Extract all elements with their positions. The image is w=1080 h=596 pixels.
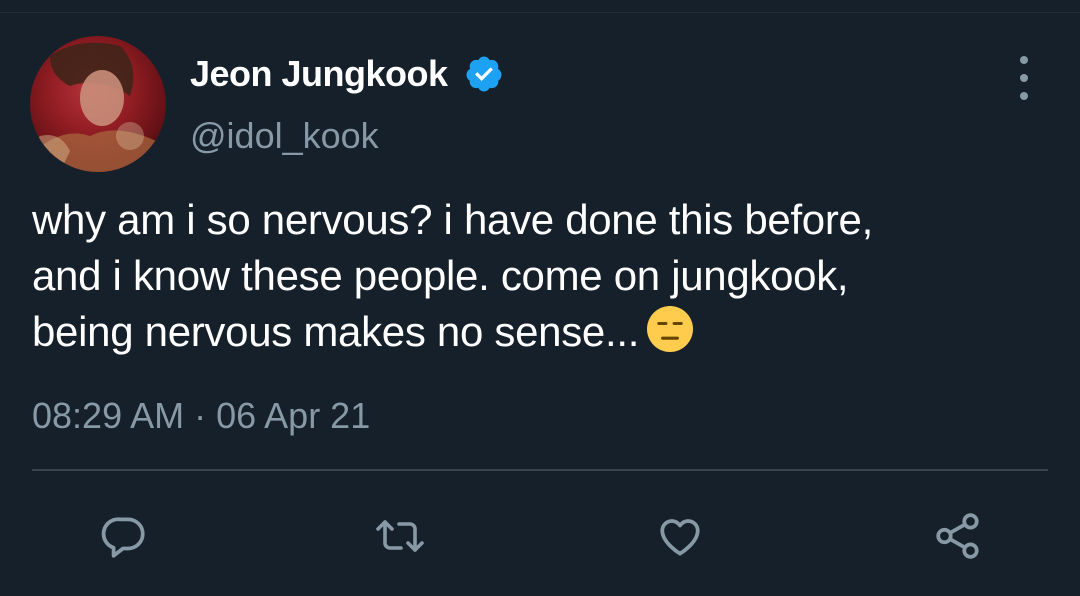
tweet-line-3: being nervous makes no sense... bbox=[32, 308, 640, 355]
retweet-button[interactable] bbox=[374, 510, 426, 562]
display-name[interactable]: Jeon Jungkook bbox=[190, 52, 448, 96]
more-dot bbox=[1020, 92, 1028, 100]
display-name-row[interactable]: Jeon Jungkook bbox=[190, 52, 504, 96]
expressionless-face-icon bbox=[647, 306, 694, 352]
more-dot bbox=[1020, 56, 1028, 64]
tweet-text: why am i so nervous? i have done this be… bbox=[32, 192, 1052, 360]
share-icon bbox=[936, 513, 979, 559]
tweet-timestamp[interactable]: 08:29 AM · 06 Apr 21 bbox=[32, 394, 370, 438]
reply-icon bbox=[101, 517, 145, 558]
more-dot bbox=[1020, 74, 1028, 82]
avatar-image bbox=[30, 42, 166, 172]
like-button[interactable] bbox=[654, 510, 706, 562]
top-separator bbox=[0, 12, 1080, 13]
reply-button[interactable] bbox=[98, 510, 150, 562]
avatar[interactable] bbox=[30, 36, 166, 172]
more-vertical-icon[interactable] bbox=[1008, 56, 1040, 100]
tweet-line-1: why am i so nervous? i have done this be… bbox=[32, 196, 873, 243]
tweet-line-2: and i know these people. come on jungkoo… bbox=[32, 252, 849, 299]
share-button[interactable] bbox=[932, 510, 984, 562]
retweet-icon bbox=[376, 520, 424, 552]
heart-icon bbox=[660, 519, 700, 556]
divider bbox=[32, 469, 1048, 471]
verified-badge-icon bbox=[464, 54, 504, 94]
user-handle[interactable]: @idol_kook bbox=[190, 114, 379, 158]
